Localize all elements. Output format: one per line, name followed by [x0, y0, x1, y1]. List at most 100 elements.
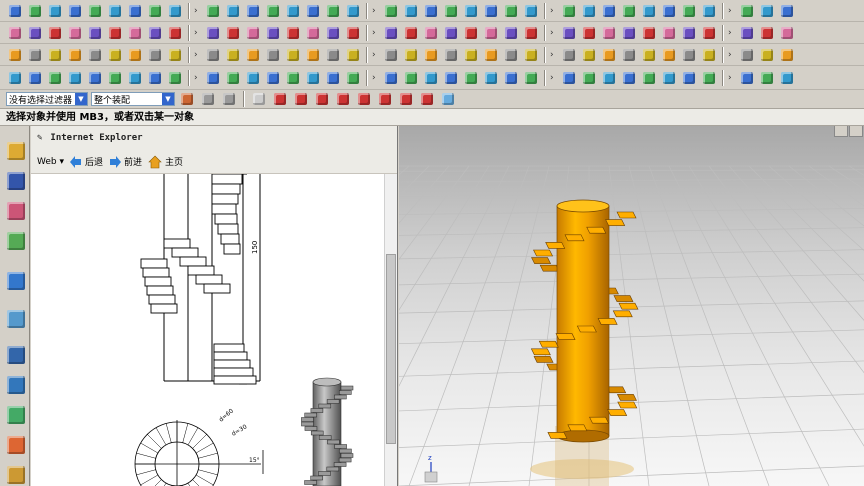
toolbar-tool-icon[interactable]: [680, 46, 698, 64]
toolbar-tool-icon[interactable]: [560, 2, 578, 20]
toolbar-tool-icon[interactable]: [146, 24, 164, 42]
toolbar-tool-icon[interactable]: [6, 46, 24, 64]
toolbar-tool-icon[interactable]: [422, 69, 440, 87]
toolbar-tool-icon[interactable]: [46, 46, 64, 64]
toolbar-tool-icon[interactable]: [560, 24, 578, 42]
toolbar-tool-icon[interactable]: [224, 69, 242, 87]
toolbar-tool-icon[interactable]: [382, 24, 400, 42]
toolbar-tool-icon[interactable]: [462, 46, 480, 64]
toolbar-tool-icon[interactable]: [580, 69, 598, 87]
toolbar-tool-icon[interactable]: [204, 2, 222, 20]
toolbar-tool-icon[interactable]: [146, 69, 164, 87]
toolbar-tool-icon[interactable]: [284, 46, 302, 64]
toolbar-tool-icon[interactable]: [758, 46, 776, 64]
toolbar-tool-icon[interactable]: [224, 24, 242, 42]
scrollbar-thumb[interactable]: [386, 254, 396, 444]
toolbar-tool-icon[interactable]: [26, 2, 44, 20]
toolbar-tool-icon[interactable]: [640, 2, 658, 20]
roles-icon[interactable]: [7, 436, 25, 454]
toolbar-tool-icon[interactable]: [402, 24, 420, 42]
toolbar-tool-icon[interactable]: [660, 24, 678, 42]
toolbar-tool-icon[interactable]: [224, 2, 242, 20]
toolbar-tool-icon[interactable]: [382, 69, 400, 87]
toolbar-tool-icon[interactable]: [700, 2, 718, 20]
toolbar-tool-icon[interactable]: [600, 69, 618, 87]
chevron-down-icon[interactable]: ▼: [75, 93, 87, 105]
selection-tool-icon[interactable]: [220, 90, 238, 108]
toolbar-tool-icon[interactable]: [86, 2, 104, 20]
toolbar-tool-icon[interactable]: [204, 24, 222, 42]
toolbar-tool-icon[interactable]: [244, 69, 262, 87]
toolbar-tool-icon[interactable]: [166, 46, 184, 64]
toolbar-tool-icon[interactable]: [324, 69, 342, 87]
type-filter-select[interactable]: 没有选择过滤器 ▼: [6, 92, 88, 106]
toolbar-tool-icon[interactable]: [324, 2, 342, 20]
toolbar-tool-icon[interactable]: [680, 69, 698, 87]
toolbar-tool-icon[interactable]: [126, 24, 144, 42]
toolbar-tool-icon[interactable]: [442, 2, 460, 20]
toolbar-tool-icon[interactable]: [482, 46, 500, 64]
toolbar-overflow-icon[interactable]: ›: [194, 2, 202, 20]
toolbar-tool-icon[interactable]: [126, 46, 144, 64]
toolbar-tool-icon[interactable]: [6, 24, 24, 42]
box-select-icon[interactable]: [250, 90, 268, 108]
toolbar-tool-icon[interactable]: [620, 24, 638, 42]
toolbar-tool-icon[interactable]: [304, 2, 322, 20]
toolbar-overflow-icon[interactable]: ›: [550, 2, 558, 20]
toolbar-tool-icon[interactable]: [522, 2, 540, 20]
viewport-maximize-button[interactable]: [849, 126, 863, 137]
toolbar-tool-icon[interactable]: [422, 24, 440, 42]
toolbar-overflow-icon[interactable]: ›: [372, 24, 380, 42]
toolbar-tool-icon[interactable]: [462, 2, 480, 20]
toolbar-tool-icon[interactable]: [620, 46, 638, 64]
toolbar-tool-icon[interactable]: [502, 46, 520, 64]
toolbar-tool-icon[interactable]: [502, 2, 520, 20]
toolbar-tool-icon[interactable]: [166, 69, 184, 87]
toolbar-overflow-icon[interactable]: ›: [728, 24, 736, 42]
toolbar-tool-icon[interactable]: [66, 24, 84, 42]
toolbar-tool-icon[interactable]: [26, 24, 44, 42]
toolbar-tool-icon[interactable]: [106, 2, 124, 20]
pin-icon[interactable]: ✎: [37, 133, 42, 143]
snap-line-icon[interactable]: [313, 90, 331, 108]
toolbar-tool-icon[interactable]: [778, 24, 796, 42]
system-materials-icon[interactable]: [7, 346, 25, 364]
toolbar-tool-icon[interactable]: [126, 69, 144, 87]
toolbar-tool-icon[interactable]: [738, 2, 756, 20]
toolbar-overflow-icon[interactable]: ›: [728, 46, 736, 64]
toolbar-tool-icon[interactable]: [600, 2, 618, 20]
toolbar-tool-icon[interactable]: [204, 69, 222, 87]
selection-scope-select[interactable]: 整个装配 ▼: [91, 92, 175, 106]
toolbar-tool-icon[interactable]: [126, 2, 144, 20]
toolbar-tool-icon[interactable]: [640, 69, 658, 87]
toolbar-tool-icon[interactable]: [402, 46, 420, 64]
toolbar-tool-icon[interactable]: [620, 2, 638, 20]
toolbar-tool-icon[interactable]: [26, 46, 44, 64]
toolbar-tool-icon[interactable]: [482, 24, 500, 42]
viewport-restore-button[interactable]: [834, 126, 848, 137]
selection-tool-icon[interactable]: [178, 90, 196, 108]
toolbar-tool-icon[interactable]: [522, 46, 540, 64]
toolbar-tool-icon[interactable]: [86, 69, 104, 87]
toolbar-tool-icon[interactable]: [304, 24, 322, 42]
reuse-library-icon[interactable]: [7, 232, 25, 250]
toolbar-tool-icon[interactable]: [680, 24, 698, 42]
snap-face-icon[interactable]: [439, 90, 457, 108]
browser-scrollbar[interactable]: [384, 174, 397, 486]
toolbar-tool-icon[interactable]: [422, 2, 440, 20]
toolbar-tool-icon[interactable]: [580, 2, 598, 20]
toolbar-tool-icon[interactable]: [560, 69, 578, 87]
toolbar-tool-icon[interactable]: [640, 24, 658, 42]
toolbar-tool-icon[interactable]: [738, 24, 756, 42]
toolbar-overflow-icon[interactable]: ›: [372, 2, 380, 20]
toolbar-tool-icon[interactable]: [600, 46, 618, 64]
toolbar-tool-icon[interactable]: [738, 69, 756, 87]
toolbar-tool-icon[interactable]: [304, 69, 322, 87]
toolbar-tool-icon[interactable]: [166, 24, 184, 42]
toolbar-tool-icon[interactable]: [700, 69, 718, 87]
toolbar-tool-icon[interactable]: [738, 46, 756, 64]
home-button[interactable]: 主页: [148, 155, 183, 169]
toolbar-tool-icon[interactable]: [146, 2, 164, 20]
toolbar-tool-icon[interactable]: [580, 24, 598, 42]
toolbar-tool-icon[interactable]: [522, 69, 540, 87]
